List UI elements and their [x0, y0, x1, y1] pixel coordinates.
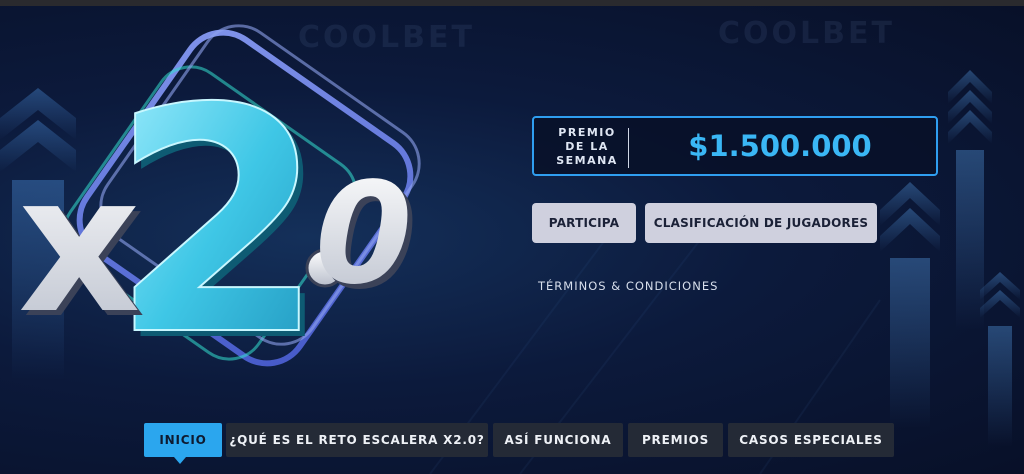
prize-label: PREMIO DE LA SEMANA	[556, 126, 618, 167]
prize-divider	[628, 128, 629, 168]
svg-text:x: x	[18, 134, 141, 355]
tab-premios[interactable]: PREMIOS	[628, 423, 723, 457]
weekly-prize-box: PREMIO DE LA SEMANA $1.500.000	[532, 116, 938, 176]
promo-hero: COOLBET COOLBET 2 2 x x 0 0 PREMIO DE LA…	[0, 0, 1024, 474]
leaderboard-button[interactable]: CLASIFICACIÓN DE JUGADORES	[645, 203, 877, 243]
tab-asi-funciona[interactable]: ASÍ FUNCIONA	[493, 423, 623, 457]
svg-text:0: 0	[315, 153, 412, 316]
terms-link[interactable]: TÉRMINOS & CONDICIONES	[538, 279, 718, 293]
tab-casos-especiales[interactable]: CASOS ESPECIALES	[728, 423, 894, 457]
x2-logo: 2 2 x x 0 0	[18, 24, 421, 400]
prize-amount: $1.500.000	[688, 129, 872, 163]
participate-button[interactable]: PARTICIPA	[532, 203, 636, 243]
tab-que-es[interactable]: ¿QUÉ ES EL RETO ESCALERA X2.0?	[226, 423, 488, 457]
active-tab-caret	[174, 457, 186, 464]
tab-inicio[interactable]: INICIO	[144, 423, 222, 457]
